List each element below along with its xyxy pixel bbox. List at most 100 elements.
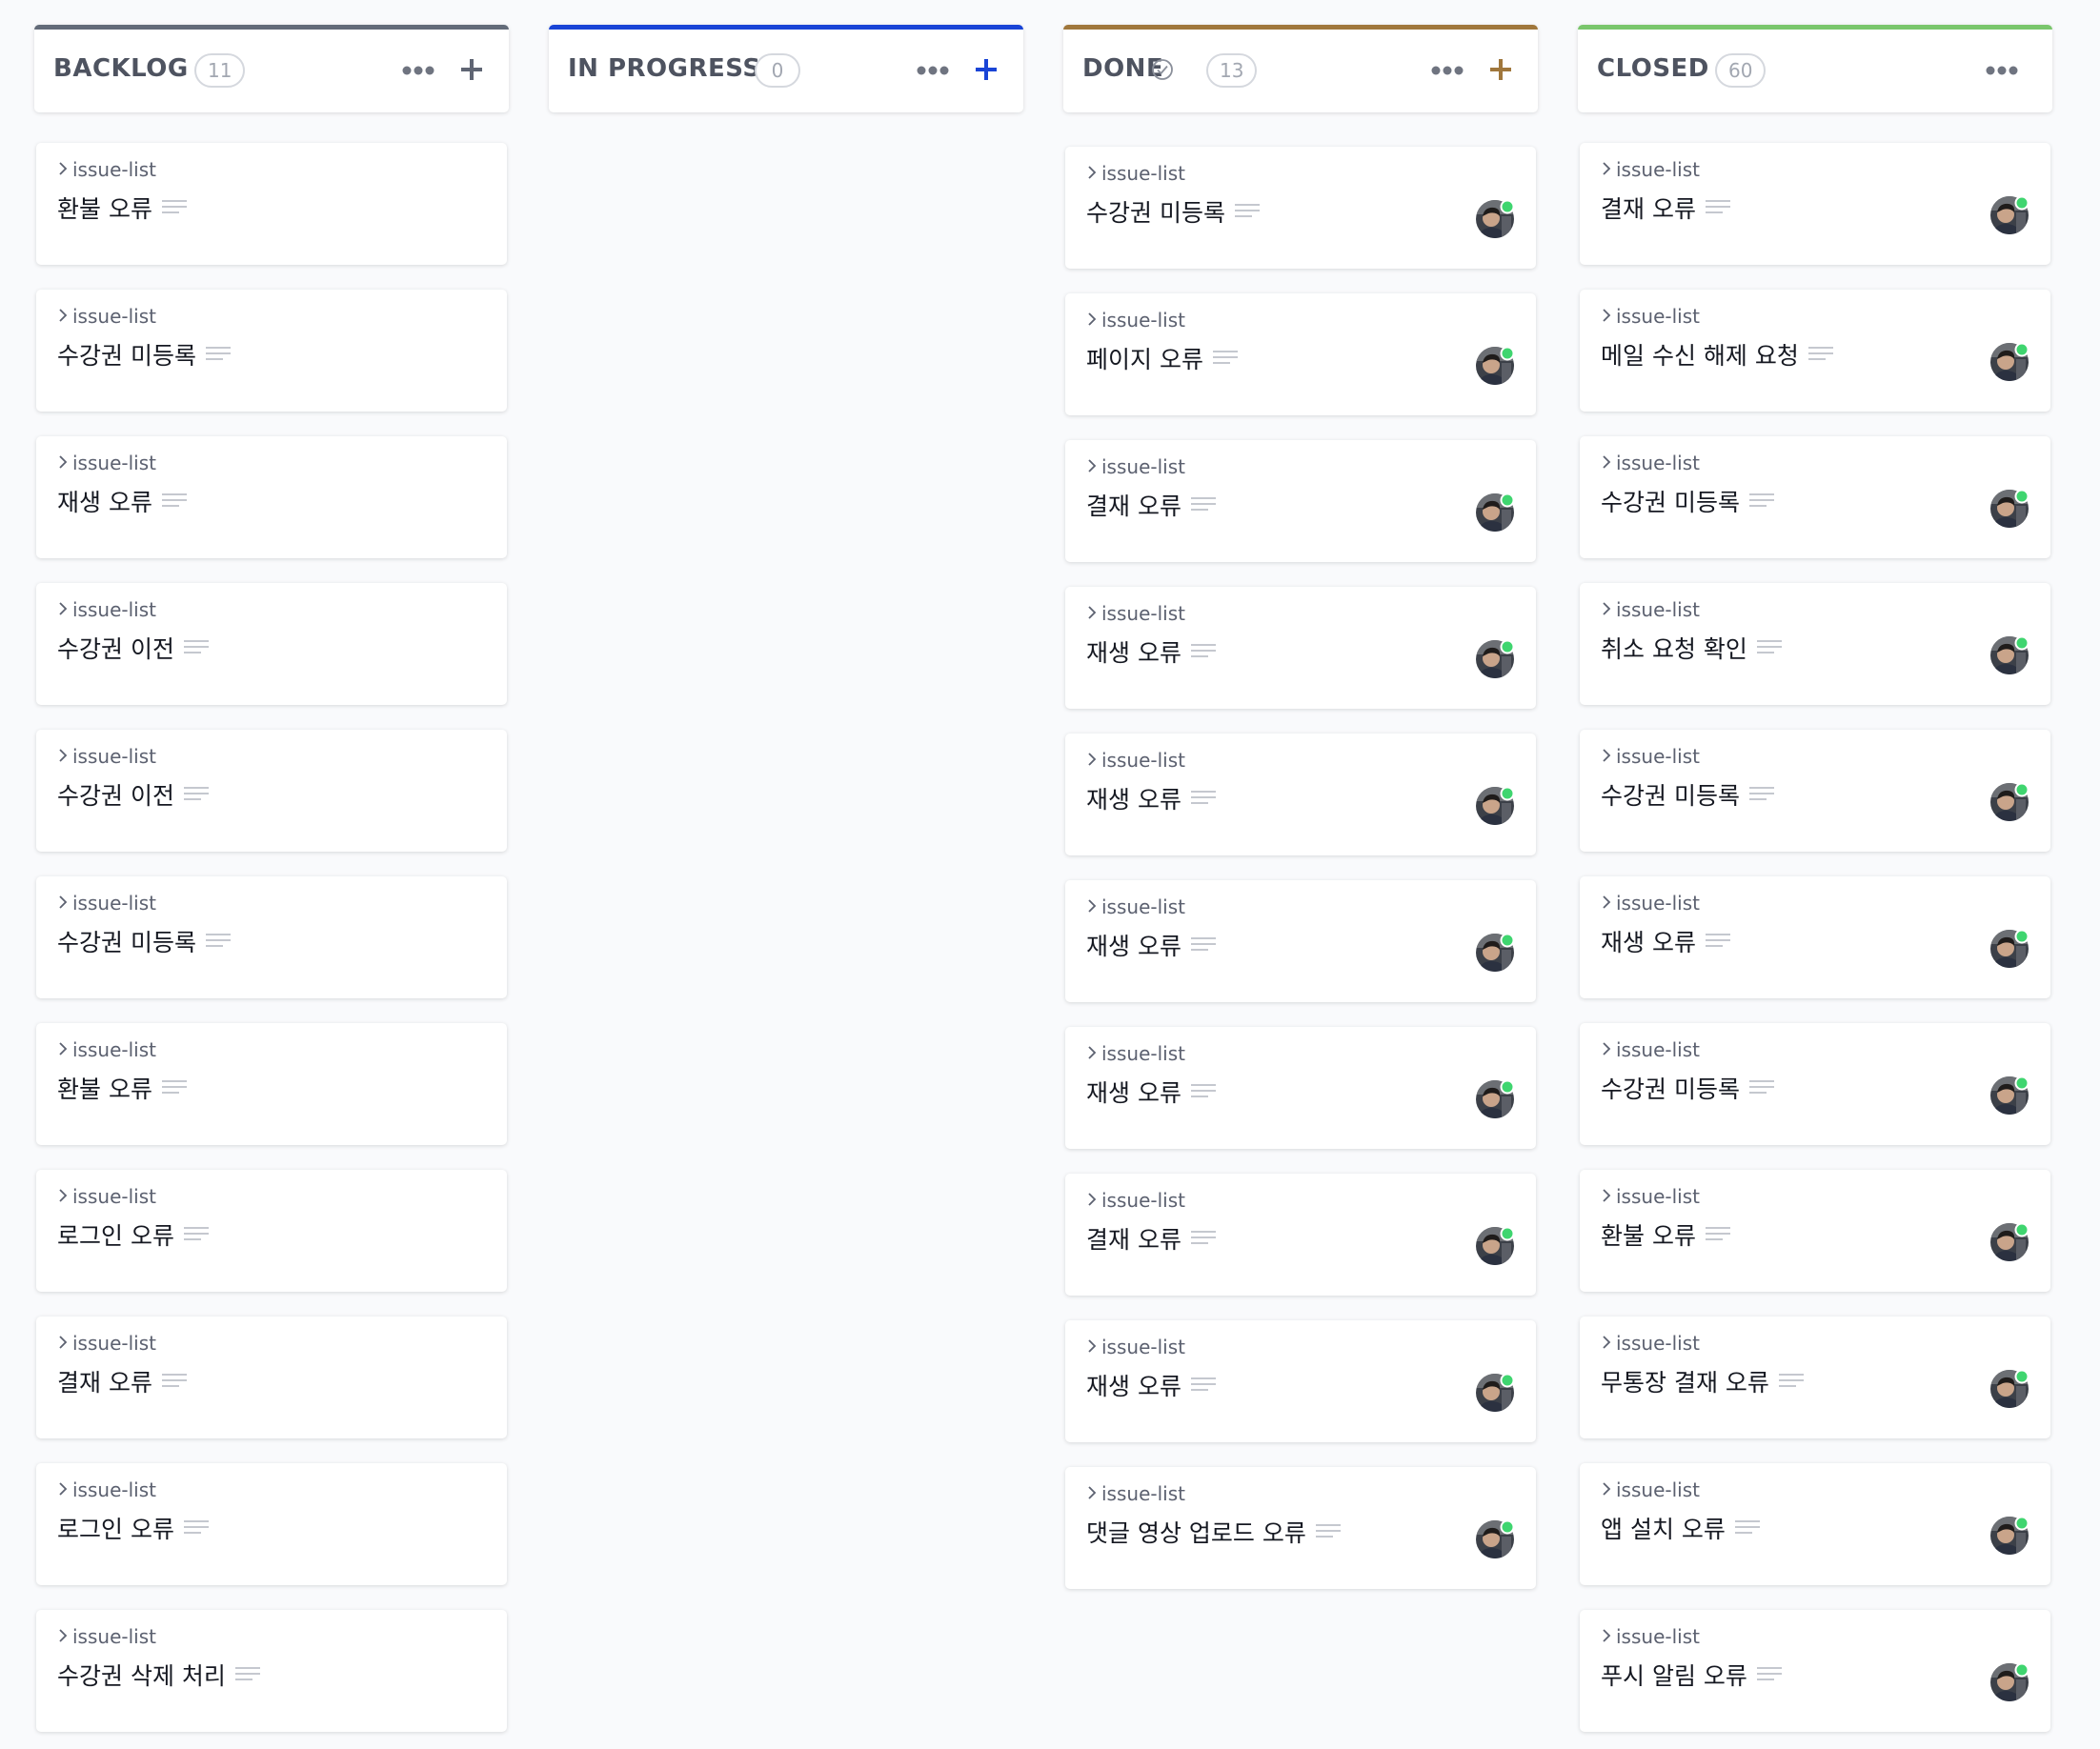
- issue-card[interactable]: issue-list 재생 오류: [1065, 1027, 1536, 1149]
- assignee-avatar[interactable]: [1989, 1222, 2029, 1262]
- list-breadcrumb[interactable]: issue-list: [1601, 892, 1700, 915]
- assignee-avatar[interactable]: [1475, 199, 1515, 239]
- list-breadcrumb[interactable]: issue-list: [1601, 1332, 1700, 1355]
- list-breadcrumb[interactable]: issue-list: [1086, 1042, 1185, 1065]
- list-name: issue-list: [1101, 1042, 1185, 1065]
- issue-card[interactable]: issue-list 수강권 미등록: [1065, 147, 1536, 269]
- issue-card[interactable]: issue-list 푸시 알림 오류: [1580, 1610, 2050, 1732]
- issue-card[interactable]: issue-list 재생 오류: [36, 436, 507, 558]
- chevron-right-icon: [1088, 1193, 1097, 1206]
- list-breadcrumb[interactable]: issue-list: [1601, 598, 1700, 621]
- list-breadcrumb[interactable]: issue-list: [1086, 1189, 1185, 1212]
- list-breadcrumb[interactable]: issue-list: [57, 892, 156, 915]
- list-breadcrumb[interactable]: issue-list: [57, 745, 156, 768]
- assignee-avatar[interactable]: [1989, 489, 2029, 529]
- assignee-avatar[interactable]: [1475, 933, 1515, 973]
- list-breadcrumb[interactable]: issue-list: [1086, 1482, 1185, 1505]
- issue-card[interactable]: issue-list 페이지 오류: [1065, 293, 1536, 415]
- list-breadcrumb[interactable]: issue-list: [1086, 602, 1185, 625]
- issue-card[interactable]: issue-list 수강권 미등록: [1580, 1023, 2050, 1145]
- assignee-avatar[interactable]: [1989, 1076, 2029, 1116]
- assignee-avatar[interactable]: [1475, 786, 1515, 826]
- issue-card[interactable]: issue-list 취소 요청 확인: [1580, 583, 2050, 705]
- issue-card[interactable]: issue-list 수강권 삭제 처리: [36, 1610, 507, 1732]
- issue-card[interactable]: issue-list 환불 오류: [36, 1023, 507, 1145]
- description-icon: [1756, 640, 1782, 653]
- list-breadcrumb[interactable]: issue-list: [1086, 455, 1185, 478]
- add-card-icon[interactable]: [1486, 55, 1515, 84]
- issue-card[interactable]: issue-list 수강권 미등록: [1580, 730, 2050, 852]
- issue-card[interactable]: issue-list 결재 오류: [1580, 143, 2050, 265]
- issue-card[interactable]: issue-list 로그인 오류: [36, 1170, 507, 1292]
- issue-card[interactable]: issue-list 앱 설치 오류: [1580, 1463, 2050, 1585]
- issue-card[interactable]: issue-list 재생 오류: [1580, 876, 2050, 998]
- assignee-avatar[interactable]: [1475, 1226, 1515, 1266]
- assignee-avatar[interactable]: [1475, 493, 1515, 533]
- more-options-icon[interactable]: [1986, 66, 2018, 75]
- assignee-avatar[interactable]: [1475, 1373, 1515, 1413]
- assignee-avatar[interactable]: [1989, 782, 2029, 822]
- issue-card[interactable]: issue-list 수강권 미등록: [1580, 436, 2050, 558]
- assignee-avatar[interactable]: [1989, 929, 2029, 969]
- issue-card[interactable]: issue-list 결재 오류: [1065, 440, 1536, 562]
- assignee-avatar[interactable]: [1989, 1369, 2029, 1409]
- issue-card[interactable]: issue-list 수강권 미등록: [36, 290, 507, 412]
- assignee-avatar[interactable]: [1989, 195, 2029, 235]
- issue-card[interactable]: issue-list 메일 수신 해제 요청: [1580, 290, 2050, 412]
- issue-card[interactable]: issue-list 댓글 영상 업로드 오류: [1065, 1467, 1536, 1589]
- add-card-icon[interactable]: [457, 55, 486, 84]
- list-breadcrumb[interactable]: issue-list: [1086, 749, 1185, 772]
- list-breadcrumb[interactable]: issue-list: [1601, 452, 1700, 474]
- list-breadcrumb[interactable]: issue-list: [57, 1038, 156, 1061]
- list-breadcrumb[interactable]: issue-list: [57, 1185, 156, 1208]
- issue-card[interactable]: issue-list 로그인 오류: [36, 1463, 507, 1585]
- assignee-avatar[interactable]: [1475, 1519, 1515, 1559]
- list-breadcrumb[interactable]: issue-list: [57, 158, 156, 181]
- issue-card[interactable]: issue-list 수강권 이전: [36, 730, 507, 852]
- issue-card[interactable]: issue-list 재생 오류: [1065, 1320, 1536, 1442]
- list-breadcrumb[interactable]: issue-list: [1601, 305, 1700, 328]
- list-breadcrumb[interactable]: issue-list: [1601, 1185, 1700, 1208]
- issue-card[interactable]: issue-list 재생 오류: [1065, 734, 1536, 855]
- card-title: 수강권 미등록: [1601, 782, 1740, 810]
- assignee-avatar[interactable]: [1989, 1516, 2029, 1556]
- list-breadcrumb[interactable]: issue-list: [57, 452, 156, 474]
- issue-card[interactable]: issue-list 수강권 미등록: [36, 876, 507, 998]
- list-breadcrumb[interactable]: issue-list: [1086, 309, 1185, 332]
- card-title-row: 재생 오류: [1086, 928, 1216, 962]
- list-breadcrumb[interactable]: issue-list: [1086, 895, 1185, 918]
- chevron-right-icon: [59, 1189, 68, 1202]
- issue-card[interactable]: issue-list 결재 오류: [36, 1317, 507, 1438]
- assignee-avatar[interactable]: [1475, 1079, 1515, 1119]
- assignee-avatar[interactable]: [1475, 639, 1515, 679]
- issue-card[interactable]: issue-list 재생 오류: [1065, 587, 1536, 709]
- list-breadcrumb[interactable]: issue-list: [57, 1332, 156, 1355]
- assignee-avatar[interactable]: [1989, 342, 2029, 382]
- list-breadcrumb[interactable]: issue-list: [1601, 1625, 1700, 1648]
- issue-card[interactable]: issue-list 재생 오류: [1065, 880, 1536, 1002]
- chevron-right-icon: [1603, 1336, 1611, 1349]
- list-breadcrumb[interactable]: issue-list: [1086, 162, 1185, 185]
- add-card-icon[interactable]: [972, 55, 1000, 84]
- list-breadcrumb[interactable]: issue-list: [1601, 1478, 1700, 1501]
- list-breadcrumb[interactable]: issue-list: [57, 1625, 156, 1648]
- issue-card[interactable]: issue-list 무통장 결재 오류: [1580, 1317, 2050, 1438]
- assignee-avatar[interactable]: [1989, 635, 2029, 675]
- assignee-avatar[interactable]: [1475, 346, 1515, 386]
- card-title: 푸시 알림 오류: [1601, 1662, 1747, 1690]
- issue-card[interactable]: issue-list 환불 오류: [1580, 1170, 2050, 1292]
- list-breadcrumb[interactable]: issue-list: [1601, 158, 1700, 181]
- list-breadcrumb[interactable]: issue-list: [57, 1478, 156, 1501]
- issue-card[interactable]: issue-list 결재 오류: [1065, 1174, 1536, 1296]
- list-breadcrumb[interactable]: issue-list: [1601, 745, 1700, 768]
- list-breadcrumb[interactable]: issue-list: [1086, 1336, 1185, 1358]
- issue-card[interactable]: issue-list 수강권 이전: [36, 583, 507, 705]
- more-options-icon[interactable]: [1431, 66, 1464, 75]
- more-options-icon[interactable]: [402, 66, 434, 75]
- assignee-avatar[interactable]: [1989, 1662, 2029, 1702]
- list-breadcrumb[interactable]: issue-list: [57, 305, 156, 328]
- list-breadcrumb[interactable]: issue-list: [1601, 1038, 1700, 1061]
- list-breadcrumb[interactable]: issue-list: [57, 598, 156, 621]
- more-options-icon[interactable]: [917, 66, 949, 75]
- issue-card[interactable]: issue-list 환불 오류: [36, 143, 507, 265]
